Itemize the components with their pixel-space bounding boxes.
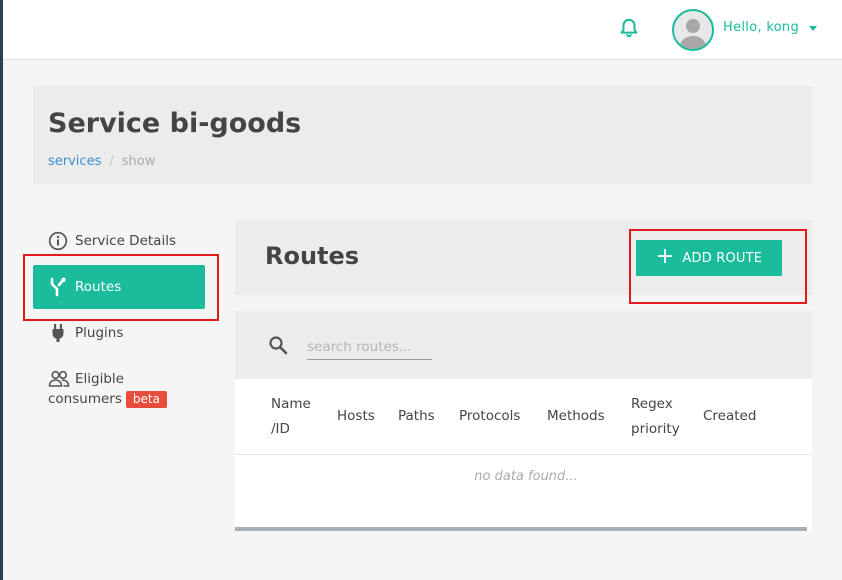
info-icon [48, 231, 68, 251]
breadcrumb: services / show [48, 154, 155, 169]
avatar[interactable] [672, 9, 714, 51]
sidebar-item-eligible-consumers[interactable]: Eligible consumers beta [48, 369, 167, 408]
add-route-label: ADD ROUTE [682, 250, 763, 266]
breadcrumb-services-link[interactable]: services [48, 154, 101, 169]
search-icon [268, 335, 288, 355]
routes-title: Routes [265, 242, 360, 270]
column-header-text: Methods [547, 408, 605, 424]
column-header-methods[interactable]: Methods [547, 404, 605, 429]
chevron-down-icon[interactable] [809, 26, 817, 31]
sidebar-item-label: Service Details [75, 233, 176, 249]
column-header-text: Name [271, 396, 311, 412]
column-header-created[interactable]: Created [703, 404, 756, 429]
column-header-text: Created [703, 408, 757, 424]
plus-icon: + [655, 244, 675, 269]
search-input[interactable] [307, 335, 432, 360]
routes-search-bar [235, 311, 812, 379]
empty-state-text: no data found... [474, 469, 578, 484]
column-header-text: Hosts [337, 408, 375, 424]
sidebar-item-routes[interactable]: Routes [33, 265, 205, 309]
routes-header-panel: Routes + ADD ROUTE [235, 220, 812, 295]
column-header-text: /ID [271, 421, 290, 437]
column-header-hosts[interactable]: Hosts [337, 404, 375, 429]
column-header-name-id[interactable]: Name /ID [271, 392, 311, 442]
beta-badge: beta [125, 391, 167, 408]
column-header-text: Regex [631, 396, 673, 412]
column-header-regex-priority[interactable]: Regex priority [631, 392, 680, 442]
page-title: Service bi-goods [48, 108, 302, 139]
plug-icon [48, 323, 68, 343]
page-header: Service bi-goods services / show [33, 86, 812, 184]
table-header-divider [235, 454, 812, 455]
sidebar-item-label-continued: consumers [48, 391, 122, 407]
breadcrumb-current: show [121, 154, 156, 169]
user-greeting[interactable]: Hello, kong [723, 20, 799, 35]
sidebar-item-label: Eligible [75, 371, 124, 387]
bell-icon[interactable] [618, 17, 640, 39]
horizontal-scrollbar[interactable] [235, 527, 807, 531]
routes-table: Name /ID Hosts Paths Protocols Methods R… [235, 379, 812, 531]
add-route-button[interactable]: + ADD ROUTE [636, 240, 782, 276]
sidebar-item-label: Routes [75, 279, 122, 295]
column-header-text: Protocols [459, 408, 521, 424]
route-fork-icon [48, 277, 68, 297]
column-header-text: Paths [398, 408, 435, 424]
sidebar-item-service-details[interactable]: Service Details [48, 231, 176, 251]
column-header-text: priority [631, 421, 680, 437]
breadcrumb-separator: / [109, 154, 114, 169]
app-left-edge [0, 0, 3, 580]
column-header-protocols[interactable]: Protocols [459, 404, 520, 429]
users-icon [48, 369, 70, 389]
sidebar-item-plugins[interactable]: Plugins [48, 323, 123, 343]
top-navbar: Hello, kong [3, 0, 842, 60]
sidebar-item-label: Plugins [75, 325, 124, 341]
column-header-paths[interactable]: Paths [398, 404, 435, 429]
